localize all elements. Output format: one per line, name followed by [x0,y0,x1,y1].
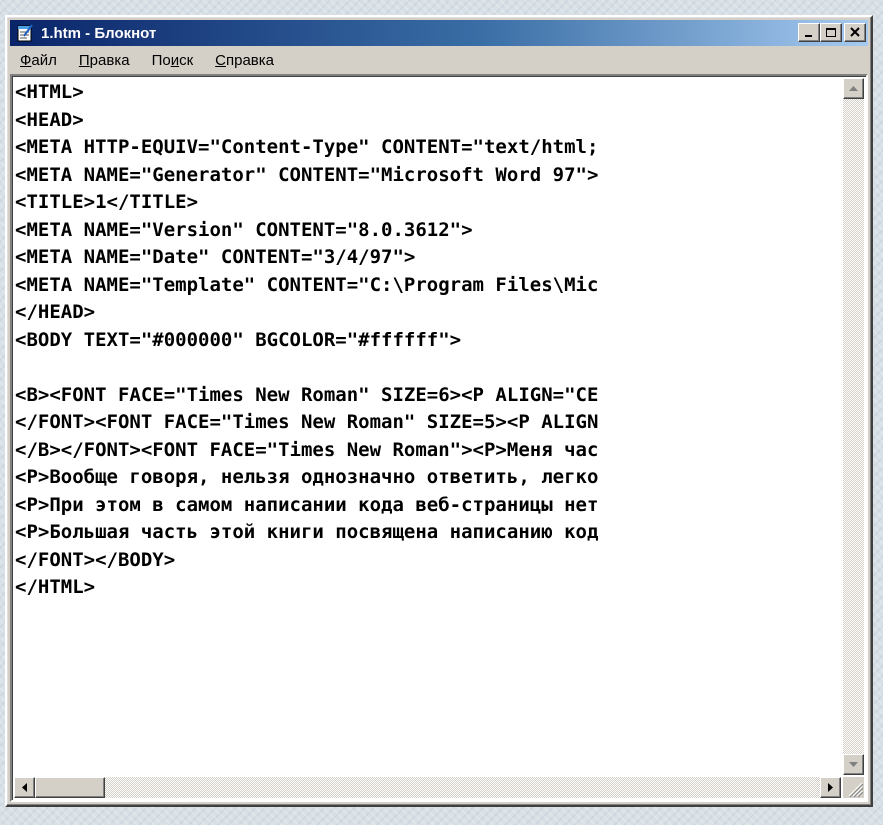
code-line: </FONT><FONT FACE="Times New Roman" SIZE… [15,411,599,433]
menu-edit-accel: П [78,51,90,69]
arrow-up-icon [849,85,858,91]
maximize-icon [826,28,836,37]
code-line: </B></FONT><FONT FACE="Times New Roman">… [15,438,599,461]
code-line: <HEAD> [15,108,84,131]
menu-edit-rest: равка [89,51,130,69]
code-line: <META HTTP-EQUIV="Content-Type" CONTENT=… [15,136,599,158]
scroll-right-button[interactable] [820,777,841,798]
menu-file-rest: айл [31,51,57,69]
menu-file-accel: Ф [20,51,32,69]
code-line: <P>Вообще говоря, нельзя однозначно отве… [15,466,599,488]
menu-search[interactable]: Поиск [144,52,202,69]
text-content[interactable]: <HTML> <HEAD> <META HTTP-EQUIV="Content-Ty… [15,79,841,775]
scroll-left-button[interactable] [14,777,35,798]
code-line: <META NAME="Version" CONTENT="8.0.3612"> [15,218,473,241]
menu-file[interactable]: Файл [10,52,65,69]
code-line: </HTML> [15,576,96,598]
title-buttons [798,23,866,42]
menu-help-rest: правка [225,51,274,69]
close-icon [850,27,860,37]
editor-area[interactable]: <HTML> <HEAD> <META HTTP-EQUIV="Content-Ty… [10,74,868,802]
title-bar[interactable]: 1.htm - Блокнот [10,20,868,46]
menu-search-rest: ск [179,51,194,69]
code-line: <B><FONT FACE="Times New Roman" SIZE=6><… [15,383,599,406]
menu-bar: Файл Правка Поиск Справка [10,48,868,72]
vertical-scrollbar[interactable] [843,78,864,775]
close-button[interactable] [844,23,866,42]
minimize-button[interactable] [798,23,820,42]
minimize-icon [805,34,812,37]
code-line: <TITLE>1</TITLE> [15,191,199,213]
menu-help-accel: С [215,51,226,69]
menu-edit[interactable]: Правка [71,52,138,69]
window-title: 1.htm - Блокнот [41,24,157,42]
notepad-icon[interactable] [15,23,35,43]
code-line: <P>При этом в самом написании кода веб-с… [15,493,599,516]
menu-search-pre: По [151,51,171,69]
arrow-left-icon [21,783,27,792]
horizontal-scrollbar[interactable] [14,777,841,798]
arrow-right-icon [827,783,833,792]
code-line: </FONT></BODY> [15,548,176,571]
menu-help[interactable]: Справка [207,52,282,69]
code-line: <META NAME="Generator" CONTENT="Microsof… [15,163,599,186]
code-line: <HTML> [15,81,84,103]
horizontal-scroll-thumb[interactable] [35,777,105,798]
resize-grip-icon [848,782,864,798]
scroll-down-button[interactable] [843,754,864,775]
code-line: <META NAME="Template" CONTENT="C:\Progra… [15,273,599,296]
scroll-up-button[interactable] [843,78,864,99]
notepad-window: 1.htm - Блокнот Файл Правка Поиск Справк… [5,15,873,807]
code-line: <P>Большая часть этой книги посвящена на… [15,521,599,543]
resize-grip[interactable] [843,777,864,798]
code-line: <BODY TEXT="#000000" BGCOLOR="#ffffff"> [15,328,462,351]
menu-search-accel: и [170,51,180,69]
code-line: <META NAME="Date" CONTENT="3/4/97"> [15,246,416,268]
code-line: </HEAD> [15,301,96,323]
arrow-down-icon [849,761,858,767]
maximize-button[interactable] [820,23,842,42]
